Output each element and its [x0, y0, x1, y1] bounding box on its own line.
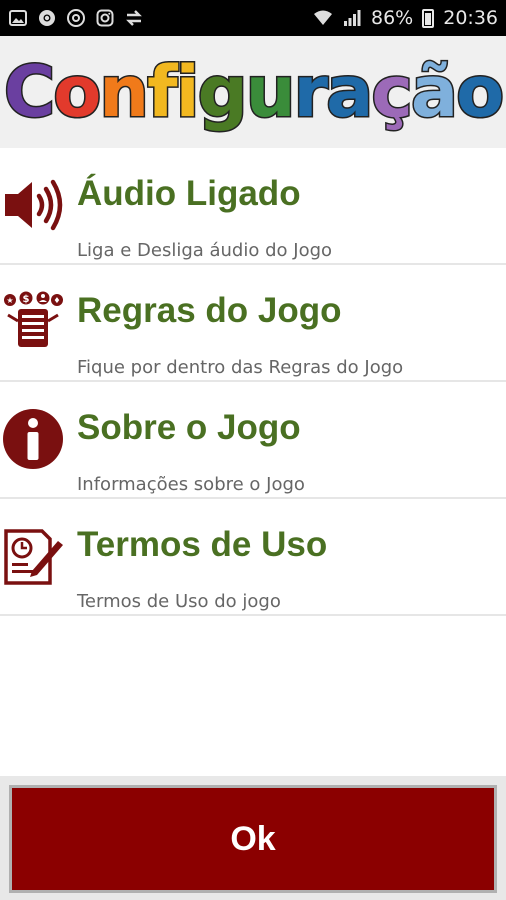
- instagram-icon: [95, 8, 115, 28]
- menu-item-subtitle: Liga e Desliga áudio do Jogo: [77, 240, 333, 261]
- svg-text:★: ★: [6, 296, 13, 305]
- title-letter: ç: [370, 51, 414, 133]
- page-title: Configuração: [2, 56, 505, 129]
- menu-item-title: Sobre o Jogo: [77, 408, 301, 447]
- title-letter: n: [98, 51, 151, 133]
- menu-item-title: Regras do Jogo: [77, 291, 342, 330]
- page-header: Configuração: [0, 36, 506, 148]
- menu-item-subtitle: Termos de Uso do jogo: [77, 591, 281, 612]
- system-status: 86% 20:36: [313, 7, 498, 29]
- clock: 20:36: [443, 7, 498, 29]
- title-letter: ã: [409, 51, 459, 133]
- title-letter: o: [455, 51, 506, 133]
- title-letter: i: [174, 51, 201, 133]
- chrome-icon: [37, 8, 57, 28]
- svg-text:♦: ♦: [53, 296, 60, 305]
- title-letter: o: [52, 51, 103, 133]
- sync-icon: [66, 8, 86, 28]
- svg-text:$: $: [23, 294, 30, 305]
- footer-bar: Ok: [0, 776, 506, 900]
- rules-icon: ★ $ ♦: [0, 289, 66, 355]
- menu-item-about[interactable]: Sobre o Jogo Informações sobre o Jogo: [0, 382, 506, 499]
- menu-item-rules[interactable]: ★ $ ♦ Regras do Jogo Fique por dentro da…: [0, 265, 506, 382]
- transfer-icon: [124, 8, 144, 28]
- battery-icon: [422, 8, 435, 28]
- settings-list: Áudio Ligado Liga e Desliga áudio do Jog…: [0, 148, 506, 616]
- terms-icon: [0, 523, 66, 589]
- notification-icons: [8, 8, 144, 28]
- menu-item-title: Áudio Ligado: [77, 174, 301, 213]
- title-letter: u: [244, 51, 297, 133]
- ok-button[interactable]: Ok: [9, 785, 497, 893]
- menu-item-title: Termos de Uso: [77, 525, 328, 564]
- title-letter: a: [325, 51, 375, 133]
- gallery-icon: [8, 8, 28, 28]
- status-bar: 86% 20:36: [0, 0, 506, 36]
- menu-item-audio[interactable]: Áudio Ligado Liga e Desliga áudio do Jog…: [0, 148, 506, 265]
- wifi-icon: [313, 8, 333, 28]
- menu-item-subtitle: Fique por dentro das Regras do Jogo: [77, 357, 404, 378]
- title-letter: g: [196, 51, 249, 133]
- battery-percentage: 86%: [371, 7, 414, 29]
- info-icon: [0, 406, 66, 472]
- signal-icon: [342, 8, 362, 28]
- title-letter: f: [146, 51, 180, 133]
- speaker-icon: [0, 172, 66, 238]
- menu-item-subtitle: Informações sobre o Jogo: [77, 474, 305, 495]
- title-letter: C: [2, 51, 56, 133]
- title-letter: r: [292, 51, 329, 133]
- menu-item-terms[interactable]: Termos de Uso Termos de Uso do jogo: [0, 499, 506, 616]
